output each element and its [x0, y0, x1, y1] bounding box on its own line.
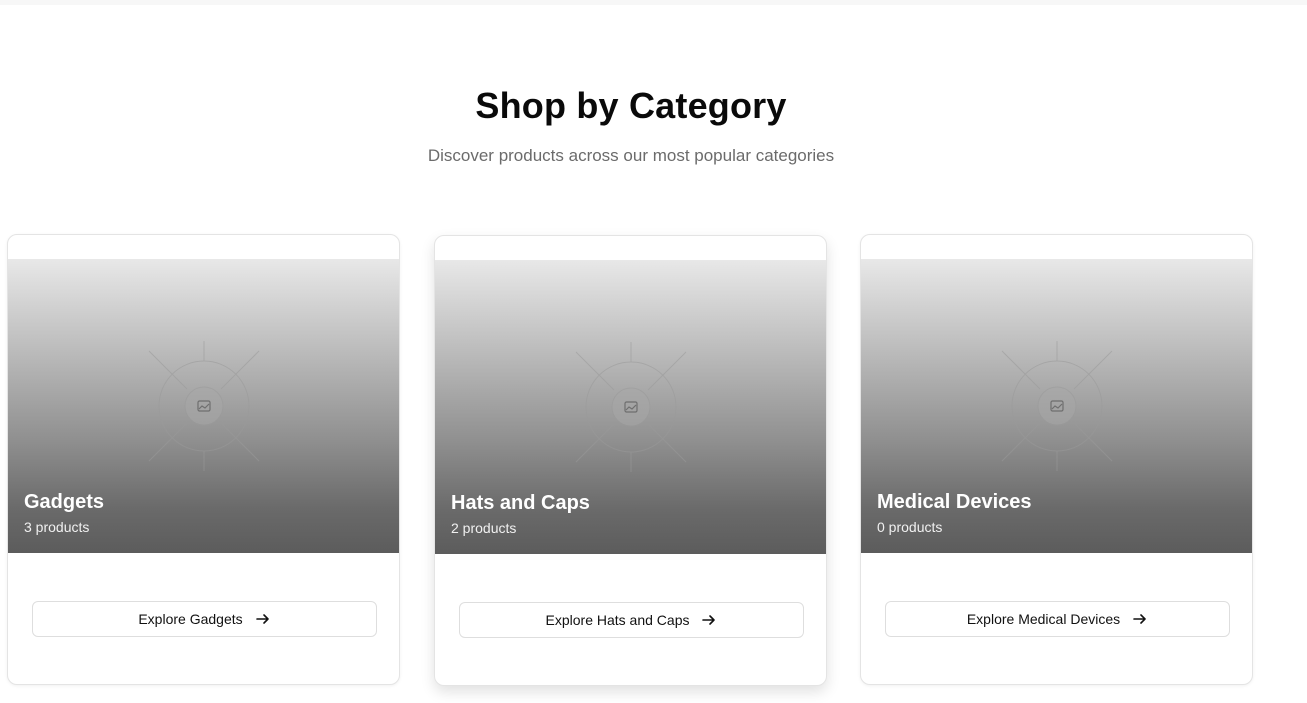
section-title: Shop by Category — [475, 85, 787, 126]
arrow-right-icon — [702, 615, 716, 625]
category-image[interactable]: Medical Devices 0 products — [861, 259, 1252, 553]
image-placeholder-icon — [1001, 341, 1112, 471]
button-label: Explore Hats and Caps — [545, 612, 690, 628]
button-label: Explore Gadgets — [138, 611, 243, 627]
button-label: Explore Medical Devices — [966, 611, 1121, 627]
top-divider — [0, 0, 1307, 5]
category-name: Hats and Caps — [451, 492, 590, 514]
arrow-right-icon — [1133, 614, 1146, 624]
category-image[interactable]: Hats and Caps 2 products — [435, 260, 826, 554]
category-card-hats-and-caps[interactable]: Hats and Caps 2 products Explore Hats an… — [434, 235, 827, 686]
category-card-medical-devices[interactable]: Medical Devices 0 products Explore Medic… — [860, 234, 1253, 685]
category-name: Medical Devices — [877, 491, 1032, 513]
image-placeholder-icon — [575, 342, 686, 472]
explore-hats-and-caps-button[interactable]: Explore Hats and Caps — [459, 602, 804, 638]
product-count: 2 products — [451, 520, 517, 536]
section-subtitle: Discover products across our most popula… — [427, 146, 835, 165]
explore-medical-devices-button[interactable]: Explore Medical Devices — [885, 601, 1230, 637]
image-placeholder-icon — [148, 341, 259, 471]
explore-gadgets-button[interactable]: Explore Gadgets — [32, 601, 377, 637]
category-name: Gadgets — [24, 491, 105, 513]
category-image[interactable]: Gadgets 3 products — [8, 259, 399, 553]
product-count: 0 products — [877, 519, 943, 535]
category-card-gadgets[interactable]: Gadgets 3 products Explore Gadgets — [7, 234, 400, 685]
arrow-right-icon — [255, 614, 269, 624]
product-count: 3 products — [24, 519, 90, 535]
